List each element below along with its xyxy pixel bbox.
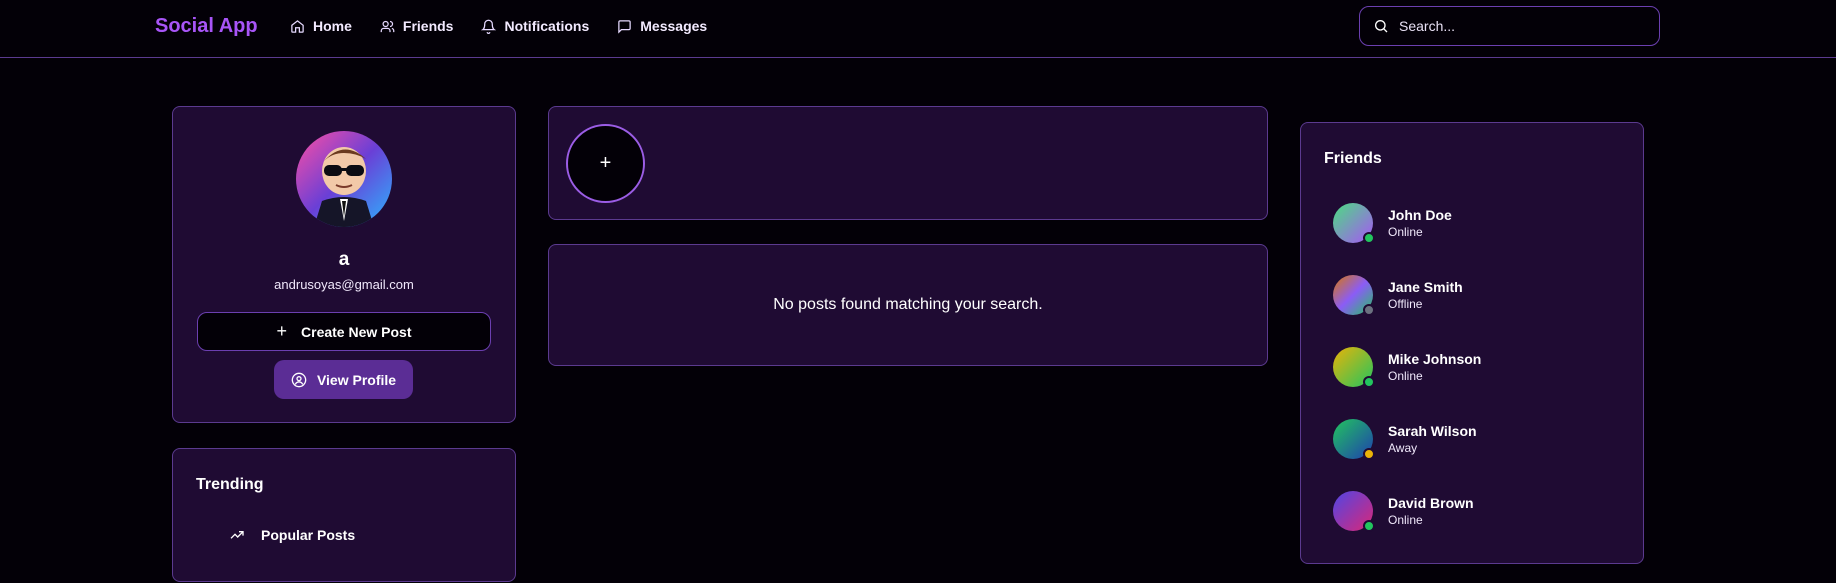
top-navbar: Social App Home Friends Notifications Me… bbox=[0, 0, 1836, 58]
view-profile-label: View Profile bbox=[316, 371, 397, 388]
friend-avatar bbox=[1333, 347, 1375, 388]
friend-item[interactable]: John Doe Online bbox=[1333, 203, 1452, 244]
trending-popular-posts[interactable]: Popular Posts bbox=[229, 527, 355, 543]
nav-links: Home Friends Notifications Messages bbox=[290, 0, 707, 52]
friend-name: Sarah Wilson bbox=[1388, 423, 1477, 439]
nav-home-label: Home bbox=[313, 18, 352, 34]
friend-item[interactable]: Mike Johnson Online bbox=[1333, 347, 1482, 388]
friend-name: John Doe bbox=[1388, 207, 1452, 223]
friend-status-text: Online bbox=[1388, 513, 1423, 527]
bell-icon bbox=[481, 19, 497, 34]
friends-title: Friends bbox=[1324, 150, 1382, 167]
status-dot bbox=[1363, 304, 1375, 316]
profile-name: a bbox=[338, 249, 350, 270]
friend-status-text: Offline bbox=[1388, 297, 1423, 311]
profile-avatar[interactable] bbox=[296, 131, 392, 227]
status-dot bbox=[1363, 232, 1375, 244]
status-dot bbox=[1363, 448, 1375, 460]
profile-card: a andrusoyas@gmail.com + Create New Post… bbox=[172, 106, 516, 423]
friend-item[interactable]: David Brown Online bbox=[1333, 491, 1474, 532]
friend-avatar bbox=[1333, 491, 1375, 532]
friends-card: Friends John Doe Online Jane Smith Offli… bbox=[1300, 122, 1644, 564]
friend-name: Jane Smith bbox=[1388, 279, 1463, 295]
nav-messages-link[interactable]: Messages bbox=[617, 18, 707, 34]
users-icon bbox=[380, 20, 395, 32]
plus-icon: + bbox=[276, 321, 288, 341]
nav-friends-link[interactable]: Friends bbox=[380, 18, 454, 34]
search-input[interactable] bbox=[1399, 18, 1639, 34]
trending-title: Trending bbox=[196, 476, 264, 493]
friend-name: David Brown bbox=[1388, 495, 1474, 511]
brand-logo[interactable]: Social App bbox=[155, 15, 258, 38]
trending-card: Trending Popular Posts bbox=[172, 448, 516, 582]
friend-name: Mike Johnson bbox=[1388, 351, 1482, 367]
nav-notifications-link[interactable]: Notifications bbox=[481, 18, 589, 34]
view-profile-button[interactable]: View Profile bbox=[274, 360, 413, 399]
nav-messages-label: Messages bbox=[640, 18, 708, 34]
friend-item[interactable]: Sarah Wilson Away bbox=[1333, 419, 1477, 460]
friend-avatar bbox=[1333, 203, 1375, 244]
nav-home-link[interactable]: Home bbox=[290, 18, 352, 34]
friend-status-text: Away bbox=[1388, 441, 1418, 455]
nav-notifications-label: Notifications bbox=[504, 18, 590, 34]
status-dot bbox=[1363, 520, 1375, 532]
friend-avatar bbox=[1333, 275, 1375, 316]
friend-status-text: Online bbox=[1388, 225, 1423, 239]
friend-item[interactable]: Jane Smith Offline bbox=[1333, 275, 1463, 316]
friend-status-text: Online bbox=[1388, 369, 1423, 383]
create-post-label: Create New Post bbox=[301, 323, 412, 340]
search-icon bbox=[1375, 20, 1388, 33]
stories-card: + bbox=[548, 106, 1268, 220]
profile-email: andrusoyas@gmail.com bbox=[274, 277, 414, 292]
nav-friends-label: Friends bbox=[402, 18, 454, 34]
trending-item-label: Popular Posts bbox=[261, 527, 356, 543]
status-dot bbox=[1363, 376, 1375, 388]
user-circle-icon bbox=[291, 372, 307, 387]
friend-avatar bbox=[1333, 419, 1375, 460]
add-story-button[interactable]: + bbox=[566, 124, 645, 203]
posts-empty-message: No posts found matching your search. bbox=[773, 296, 1043, 313]
posts-card: No posts found matching your search. bbox=[548, 244, 1268, 366]
trending-up-icon bbox=[230, 531, 244, 539]
create-post-button[interactable]: + Create New Post bbox=[197, 312, 491, 351]
search-box bbox=[1359, 6, 1660, 46]
message-icon bbox=[618, 19, 632, 34]
home-icon bbox=[291, 19, 304, 33]
